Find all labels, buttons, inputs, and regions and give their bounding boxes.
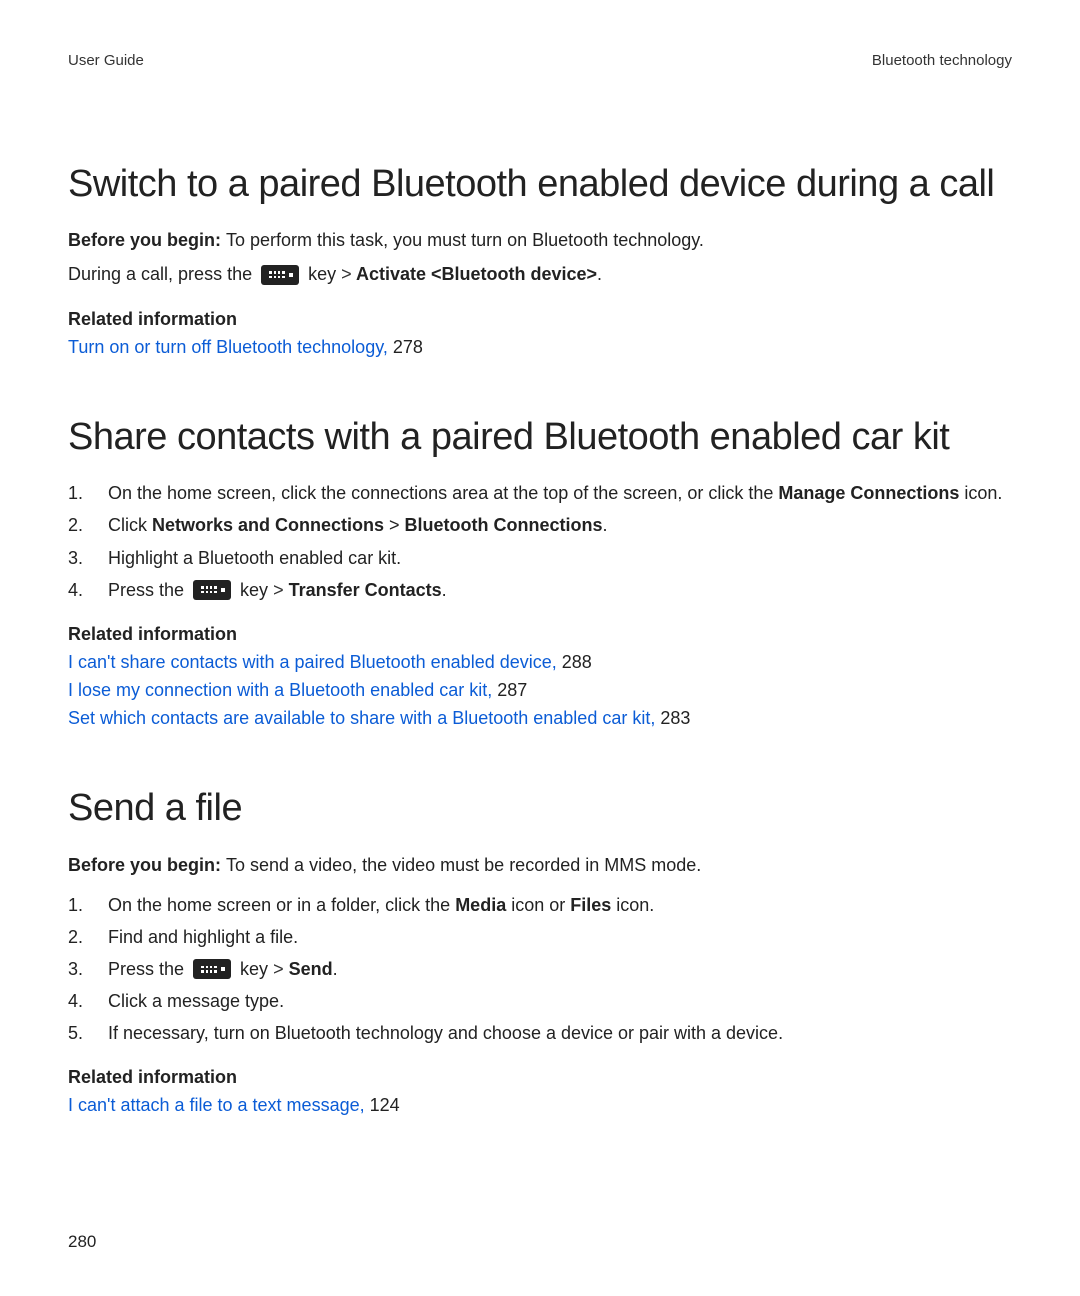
header-left: User Guide <box>68 50 144 72</box>
list-number: 3. <box>68 545 108 571</box>
list-number: 2. <box>68 512 108 538</box>
before-paragraph: Before you begin: To perform this task, … <box>68 227 1012 253</box>
text-bold: <Bluetooth device> <box>431 264 597 284</box>
before-paragraph: Before you begin: To send a video, the v… <box>68 852 1012 878</box>
list-item: 4. Press the key > Transfer Contacts. <box>68 577 1012 603</box>
ordered-list: 1. On the home screen, click the connect… <box>68 480 1012 602</box>
header-right: Bluetooth technology <box>872 50 1012 72</box>
link-cant-share-contacts[interactable]: I can't share contacts with a paired Blu… <box>68 652 562 672</box>
related-link-row: I can't share contacts with a paired Blu… <box>68 649 1012 675</box>
list-item: 3. Press the key > Send. <box>68 956 1012 982</box>
list-number: 2. <box>68 924 108 950</box>
before-text: To send a video, the video must be recor… <box>226 855 701 875</box>
blackberry-key-icon <box>261 265 299 285</box>
ordered-list: 1. On the home screen or in a folder, cl… <box>68 892 1012 1046</box>
list-number: 1. <box>68 892 108 918</box>
section-title: Switch to a paired Bluetooth enabled dev… <box>68 162 1012 208</box>
list-text: Click a message type. <box>108 988 284 1014</box>
text: During a call, press the <box>68 264 257 284</box>
link-page-number: 278 <box>393 337 423 357</box>
before-label: Before you begin: <box>68 230 226 250</box>
list-text: On the home screen or in a folder, click… <box>108 892 654 918</box>
text: key <box>303 264 341 284</box>
list-text: On the home screen, click the connection… <box>108 480 1002 506</box>
link-lose-connection[interactable]: I lose my connection with a Bluetooth en… <box>68 680 497 700</box>
list-text: Press the key > Send. <box>108 956 338 982</box>
link-set-contacts[interactable]: Set which contacts are available to shar… <box>68 708 660 728</box>
list-number: 1. <box>68 480 108 506</box>
related-link-row: Set which contacts are available to shar… <box>68 705 1012 731</box>
blackberry-key-icon <box>193 580 231 600</box>
section-share-contacts: Share contacts with a paired Bluetooth e… <box>68 415 1012 731</box>
related-info-label: Related information <box>68 1064 1012 1090</box>
gt: > <box>341 264 352 284</box>
before-label: Before you begin: <box>68 855 226 875</box>
list-item: 3. Highlight a Bluetooth enabled car kit… <box>68 545 1012 571</box>
link-page-number: 124 <box>370 1095 400 1115</box>
link-turn-on-bluetooth[interactable]: Turn on or turn off Bluetooth technology… <box>68 337 393 357</box>
list-text: Highlight a Bluetooth enabled car kit. <box>108 545 401 571</box>
section-title: Send a file <box>68 786 1012 832</box>
section-send-file: Send a file Before you begin: To send a … <box>68 786 1012 1118</box>
list-text: Click Networks and Connections > Bluetoo… <box>108 512 608 538</box>
list-item: 5. If necessary, turn on Bluetooth techn… <box>68 1020 1012 1046</box>
link-page-number: 287 <box>497 680 527 700</box>
list-text: If necessary, turn on Bluetooth technolo… <box>108 1020 783 1046</box>
list-item: 2. Find and highlight a file. <box>68 924 1012 950</box>
related-link-row: I can't attach a file to a text message,… <box>68 1092 1012 1118</box>
list-text: Press the key > Transfer Contacts. <box>108 577 447 603</box>
list-item: 1. On the home screen, click the connect… <box>68 480 1012 506</box>
list-text: Find and highlight a file. <box>108 924 298 950</box>
list-item: 1. On the home screen or in a folder, cl… <box>68 892 1012 918</box>
text-bold: Activate <box>352 264 431 284</box>
list-number: 5. <box>68 1020 108 1046</box>
page-number: 280 <box>68 1230 96 1255</box>
section-title: Share contacts with a paired Bluetooth e… <box>68 415 1012 461</box>
list-item: 4. Click a message type. <box>68 988 1012 1014</box>
section-switch-bluetooth: Switch to a paired Bluetooth enabled dev… <box>68 162 1012 360</box>
blackberry-key-icon <box>193 959 231 979</box>
text: . <box>597 264 602 284</box>
related-info-label: Related information <box>68 621 1012 647</box>
related-link-row: I lose my connection with a Bluetooth en… <box>68 677 1012 703</box>
related-link-row: Turn on or turn off Bluetooth technology… <box>68 334 1012 360</box>
link-page-number: 288 <box>562 652 592 672</box>
list-number: 4. <box>68 988 108 1014</box>
list-number: 4. <box>68 577 108 603</box>
before-text: To perform this task, you must turn on B… <box>226 230 704 250</box>
link-cant-attach-file[interactable]: I can't attach a file to a text message, <box>68 1095 370 1115</box>
list-item: 2. Click Networks and Connections > Blue… <box>68 512 1012 538</box>
related-info-label: Related information <box>68 306 1012 332</box>
page-header: User Guide Bluetooth technology <box>68 50 1012 72</box>
instruction-line: During a call, press the key > Activate … <box>68 261 1012 287</box>
link-page-number: 283 <box>660 708 690 728</box>
list-number: 3. <box>68 956 108 982</box>
